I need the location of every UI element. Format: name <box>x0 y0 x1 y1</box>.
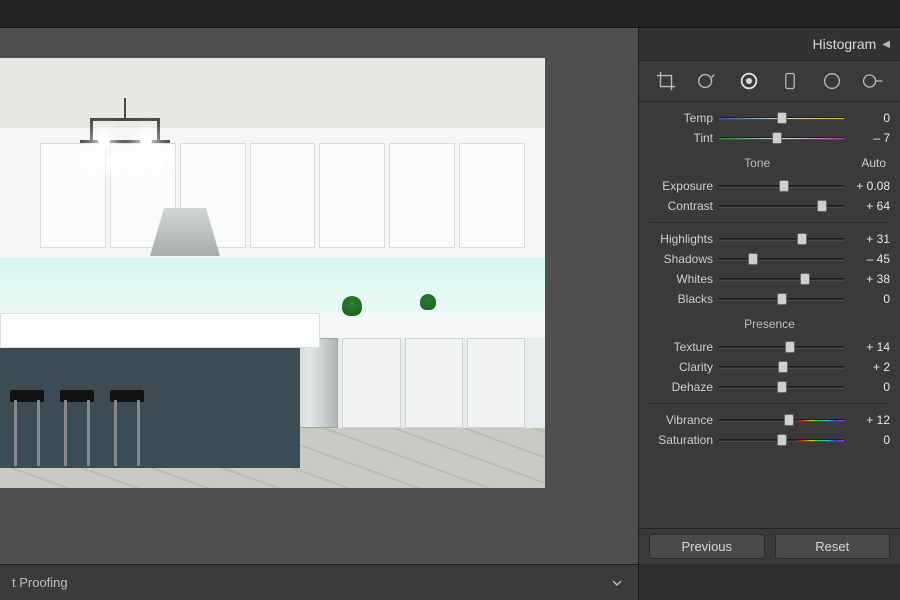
tint-value[interactable]: – 7 <box>850 131 890 145</box>
tint-track[interactable] <box>719 132 844 144</box>
temp-track[interactable] <box>719 112 844 124</box>
collapse-triangle-icon: ◀ <box>882 39 890 50</box>
app-window: t Proofing Histogram ◀ <box>0 0 900 600</box>
saturation-slider[interactable]: Saturation 0 <box>649 430 890 450</box>
basic-panel: Temp 0 Tint – 7 Tone Auto Exposure <box>639 102 900 528</box>
canvas-bottom-bar: t Proofing <box>0 564 638 600</box>
tint-slider[interactable]: Tint – 7 <box>649 128 890 148</box>
radial-filter-icon[interactable] <box>857 65 889 97</box>
dehaze-slider[interactable]: Dehaze 0 <box>649 377 890 397</box>
soft-proofing-label: t Proofing <box>12 575 68 590</box>
previous-button[interactable]: Previous <box>649 534 765 559</box>
clarity-slider[interactable]: Clarity + 2 <box>649 357 890 377</box>
main-row: t Proofing Histogram ◀ <box>0 28 900 600</box>
tone-heading: Tone <box>744 156 770 170</box>
develop-panel: Histogram ◀ <box>638 28 900 600</box>
below-footer-strip <box>639 564 900 600</box>
tool-strip <box>639 60 900 102</box>
canvas-inner <box>0 28 638 564</box>
crop-tool-icon[interactable] <box>650 65 682 97</box>
bottom-bar-dropdown-icon[interactable] <box>608 574 626 592</box>
temp-slider[interactable]: Temp 0 <box>649 108 890 128</box>
texture-slider[interactable]: Texture + 14 <box>649 337 890 357</box>
reset-button[interactable]: Reset <box>775 534 891 559</box>
whites-slider[interactable]: Whites + 38 <box>649 269 890 289</box>
redeye-tool-icon[interactable] <box>733 65 765 97</box>
tone-heading-row: Tone Auto <box>649 156 890 170</box>
photo-preview[interactable] <box>0 58 545 488</box>
canvas-area: t Proofing <box>0 28 638 600</box>
highlights-slider[interactable]: Highlights + 31 <box>649 229 890 249</box>
vibrance-slider[interactable]: Vibrance + 12 <box>649 410 890 430</box>
temp-label: Temp <box>649 111 713 125</box>
presence-heading-row: Presence <box>649 317 890 331</box>
histogram-label: Histogram <box>813 36 877 52</box>
histogram-header[interactable]: Histogram ◀ <box>639 28 900 60</box>
graduated-filter-icon[interactable] <box>816 65 848 97</box>
spot-removal-icon[interactable] <box>691 65 723 97</box>
contrast-slider[interactable]: Contrast + 64 <box>649 196 890 216</box>
exposure-slider[interactable]: Exposure + 0.08 <box>649 176 890 196</box>
masking-tool-icon[interactable] <box>774 65 806 97</box>
tint-label: Tint <box>649 131 713 145</box>
filmstrip-bar <box>0 0 900 28</box>
panel-footer: Previous Reset <box>639 528 900 564</box>
blacks-slider[interactable]: Blacks 0 <box>649 289 890 309</box>
shadows-slider[interactable]: Shadows – 45 <box>649 249 890 269</box>
presence-heading: Presence <box>744 317 795 331</box>
auto-button[interactable]: Auto <box>861 156 886 170</box>
temp-value[interactable]: 0 <box>850 111 890 125</box>
